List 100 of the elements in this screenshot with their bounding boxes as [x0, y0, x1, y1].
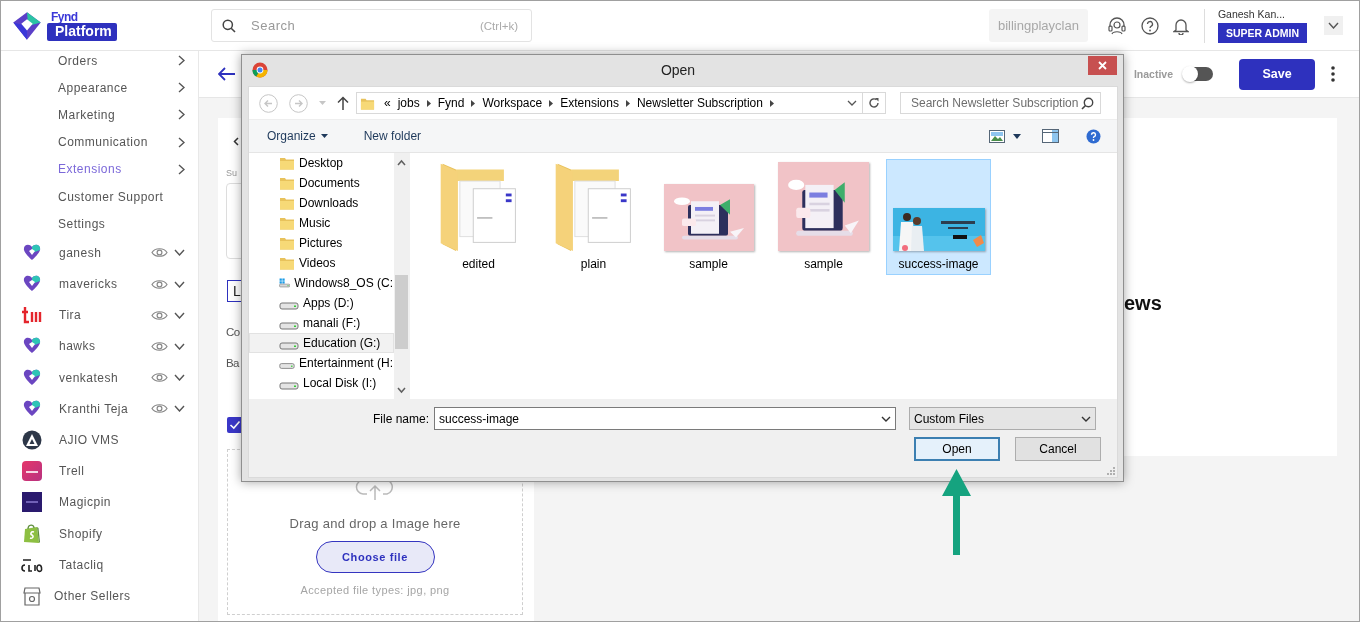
channel-name[interactable]: mavericks	[59, 277, 151, 292]
refresh-button[interactable]	[863, 92, 886, 114]
nav-item[interactable]: Marketing	[1, 101, 198, 129]
folder-icon	[279, 235, 295, 251]
channel-name[interactable]: Tira	[59, 308, 151, 323]
organize-menu[interactable]: Organize	[261, 125, 334, 147]
bell-icon[interactable]	[1172, 16, 1189, 35]
tree-item[interactable]: Pictures	[249, 233, 394, 253]
nav-item[interactable]: Communication	[1, 128, 198, 156]
help-icon[interactable]	[1086, 128, 1101, 144]
dialog-button[interactable]: Open	[914, 437, 1000, 461]
tree-item[interactable]: Windows8_OS (C:	[249, 273, 394, 293]
nav-item-label: Extensions	[58, 162, 123, 177]
channel-name[interactable]: Trell	[59, 464, 185, 479]
eye-icon[interactable]	[151, 278, 168, 290]
channel-name[interactable]: ganesh	[59, 245, 151, 260]
nav-item-label: Customer Support	[58, 189, 165, 204]
eye-icon[interactable]	[151, 403, 168, 415]
chevron-down-icon	[881, 415, 891, 422]
eye-icon[interactable]	[151, 247, 168, 259]
path-overflow[interactable]: «	[384, 96, 391, 110]
breadcrumb-item[interactable]: Newsletter Subscription	[636, 96, 763, 110]
close-button[interactable]	[1088, 56, 1117, 75]
file-item[interactable]: edited	[426, 159, 531, 275]
channel-name[interactable]: Tatacliq	[59, 557, 185, 572]
channel-name[interactable]: Shopify	[59, 526, 185, 541]
drive-icon	[279, 322, 299, 330]
new-folder-button[interactable]: New folder	[357, 125, 428, 147]
nav-item[interactable]: Appearance	[1, 74, 198, 102]
view-icon[interactable]	[989, 129, 1005, 143]
tree-item[interactable]: Education (G:)	[249, 333, 394, 353]
drive-icon	[279, 382, 299, 390]
chevron-left-icon[interactable]	[233, 137, 239, 146]
tree-item[interactable]: Music	[249, 213, 394, 233]
chevron-down-icon[interactable]	[174, 311, 185, 319]
tree-item[interactable]: Documents	[249, 173, 394, 193]
file-item[interactable]: sample	[771, 159, 876, 275]
nav-item[interactable]: Settings	[1, 210, 198, 238]
shortcut-hint: (Ctrl+k)	[480, 19, 518, 32]
chevron-down-icon[interactable]	[174, 374, 185, 382]
tree-item[interactable]: manali (F:)	[249, 313, 394, 333]
preview-pane-icon[interactable]	[1042, 129, 1059, 143]
address-bar[interactable]: « jobs Fynd Workspace Extensions Newsletter Subscription	[356, 92, 863, 114]
nav-item[interactable]: Customer Support	[1, 182, 198, 211]
file-type-select[interactable]: Custom Files	[909, 407, 1096, 430]
channel-name[interactable]: AJIO VMS	[59, 433, 185, 448]
chevron-down-icon[interactable]	[174, 280, 185, 288]
separator-icon	[769, 99, 774, 107]
tree-item[interactable]: Entertainment (H:	[249, 353, 394, 373]
headset-icon[interactable]	[1106, 16, 1127, 35]
choose-file-button[interactable]: Choose file	[315, 541, 435, 573]
breadcrumb-item[interactable]: Extensions	[560, 96, 619, 110]
search-bar[interactable]: Search Newsletter Subscription	[900, 92, 1101, 114]
eye-icon[interactable]	[151, 372, 168, 384]
drive-icon	[279, 302, 299, 310]
up-arrow-icon[interactable]	[337, 96, 349, 110]
nav-item[interactable]: Orders	[1, 51, 198, 75]
tree-item[interactable]: Downloads	[249, 193, 394, 213]
tree-item[interactable]: Desktop	[249, 153, 394, 173]
channel-name[interactable]: hawks	[59, 339, 151, 354]
resize-grip-icon[interactable]	[1107, 467, 1115, 475]
dropdown-button[interactable]	[1324, 16, 1343, 35]
field-label: Su	[226, 168, 237, 178]
save-button[interactable]: Save	[1239, 58, 1315, 90]
eye-icon[interactable]	[151, 340, 168, 352]
chevron-down-icon[interactable]	[174, 405, 185, 413]
folder-icon	[279, 175, 295, 191]
help-icon[interactable]	[1140, 16, 1159, 35]
file-item[interactable]: success-image	[886, 159, 991, 275]
channel-name[interactable]: Kranthi Teja	[59, 401, 151, 416]
more-icon[interactable]	[1331, 66, 1335, 82]
tree-item[interactable]: Videos	[249, 253, 394, 273]
role-badge: SUPER ADMIN	[1217, 23, 1307, 43]
search-input[interactable]: Search Newsletter Subscription	[909, 95, 1081, 111]
eye-icon[interactable]	[151, 309, 168, 321]
field-label: Ba	[226, 356, 239, 371]
breadcrumb-item[interactable]: jobs	[397, 96, 420, 110]
caret-icon[interactable]	[1013, 133, 1021, 139]
field-label: File name:	[371, 411, 430, 426]
file-item[interactable]: plain	[541, 159, 646, 275]
tree-item[interactable]: Local Disk (I:)	[249, 373, 394, 393]
dialog-button[interactable]: Cancel	[1015, 437, 1101, 461]
back-arrow-icon[interactable]	[218, 67, 236, 81]
file-name-field[interactable]: success-image	[434, 407, 896, 430]
drive-icon	[279, 342, 299, 350]
channel-name[interactable]: Magicpin	[59, 495, 185, 510]
file-item[interactable]: sample	[656, 159, 761, 275]
chevron-down-icon[interactable]	[847, 100, 857, 106]
nav-item[interactable]: Extensions	[1, 155, 198, 183]
channel-name[interactable]: Other Sellers	[54, 588, 185, 603]
toggle-switch[interactable]	[1183, 67, 1213, 81]
channel-name[interactable]: venkatesh	[59, 370, 151, 385]
chevron-down-icon[interactable]	[174, 342, 185, 350]
tree-item[interactable]: Apps (D:)	[249, 293, 394, 313]
logo-icon	[21, 556, 43, 573]
chevron-down-icon[interactable]	[174, 249, 185, 257]
chevron-down-icon	[1081, 415, 1091, 422]
breadcrumb-item[interactable]: Workspace	[482, 96, 543, 110]
breadcrumb-item[interactable]: Fynd	[437, 96, 465, 110]
nav-item-label: Marketing	[58, 107, 117, 122]
